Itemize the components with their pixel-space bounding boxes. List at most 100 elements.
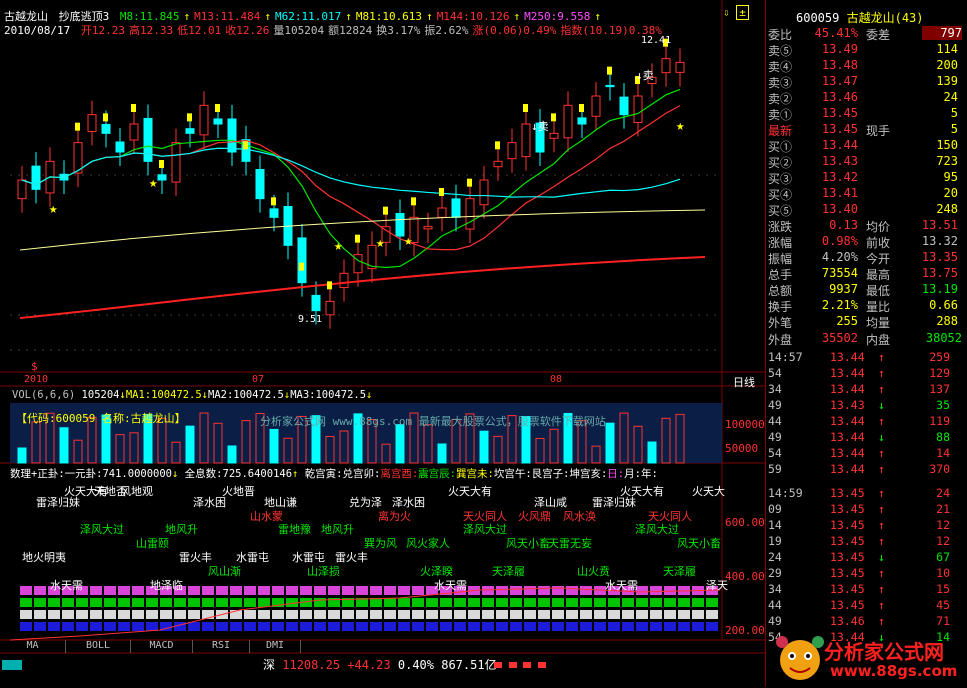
- tick-price: 13.44: [830, 382, 865, 396]
- tick-volume: 21: [936, 502, 950, 516]
- tick-volume: 12: [936, 518, 950, 532]
- volume-bar: [185, 425, 195, 464]
- sell-order-row[interactable]: 卖③ 13.47 139: [766, 74, 966, 90]
- tick-price: 13.44: [830, 462, 865, 476]
- stat-label: 量比: [866, 300, 891, 314]
- stat-label: 最低: [866, 284, 891, 298]
- tick-arrow-icon: ↑: [878, 366, 885, 380]
- candle-body: [31, 165, 41, 190]
- candle-body: [493, 160, 503, 168]
- tab-dmi[interactable]: DMI: [250, 640, 301, 653]
- star-icon: ★: [676, 118, 685, 134]
- stat-label: 最高: [866, 268, 891, 282]
- volume-bar: [605, 422, 615, 464]
- gua-cell: [678, 610, 690, 619]
- gua-name: 天泽履: [663, 565, 696, 578]
- buy-order-row[interactable]: 买④ 13.41 20: [766, 186, 966, 202]
- volume-banner-ad: 分析家公式网 www.88gs.com 最新最大股票公式，股票软件下载网站: [260, 415, 606, 428]
- tab-boll[interactable]: BOLL: [66, 640, 131, 653]
- buy-order-row-price: 13.41: [821, 186, 858, 200]
- gua-cell: [104, 610, 116, 619]
- tick-row: 54 13.44 ↑ 129: [766, 366, 966, 382]
- gua-cell: [594, 622, 606, 631]
- tick-time: 59: [768, 462, 782, 476]
- sell-order-row[interactable]: 卖① 13.45 5: [766, 106, 966, 122]
- gua-name: 水天需: [605, 579, 638, 592]
- buy-order-row[interactable]: 买② 13.43 723: [766, 154, 966, 170]
- gua-cell: [384, 622, 396, 631]
- tick-row: 14:57 13.44 ↑ 259: [766, 350, 966, 366]
- inner-value: 38052: [925, 331, 962, 345]
- status-bars-icon: [494, 658, 546, 671]
- toolbar-icons[interactable]: ⇩ ±: [723, 5, 749, 20]
- tick-time: 49: [768, 398, 782, 412]
- signal-marker: [159, 160, 164, 168]
- panel-toggle-icon[interactable]: ±: [736, 5, 749, 20]
- tick-time: 29: [768, 566, 782, 580]
- sell-order-row[interactable]: 卖② 13.46 24: [766, 90, 966, 106]
- gua-cell: [244, 598, 256, 607]
- gua-cell: [258, 622, 270, 631]
- sell-signal-2: ↓卖: [636, 69, 654, 82]
- gua-cell: [412, 610, 424, 619]
- gua-cell: [608, 598, 620, 607]
- gua-cell: [314, 586, 326, 595]
- tab-ma[interactable]: MA: [0, 640, 66, 653]
- gua-cell: [580, 586, 592, 595]
- tab-rsi[interactable]: RSI: [193, 640, 250, 653]
- candle-body: [269, 208, 279, 218]
- stat-label: 前收: [866, 236, 891, 250]
- gua-cell: [202, 622, 214, 631]
- sell-order-row[interactable]: 卖⑤ 13.49 114: [766, 42, 966, 58]
- tick-price: 13.45: [830, 534, 865, 548]
- tick-price: 13.44: [830, 414, 865, 428]
- candle-body: [563, 104, 573, 139]
- gua-cell: [370, 622, 382, 631]
- gua-cell: [118, 610, 130, 619]
- weibi-label: 委比: [768, 28, 793, 42]
- signal-marker: [327, 281, 332, 290]
- gua-cell: [34, 610, 46, 619]
- tick-price: 13.46: [830, 614, 865, 628]
- tick-row: 34 13.45 ↑ 15: [766, 582, 966, 598]
- sell-order-row-volume: 139: [936, 74, 958, 88]
- watermark-logo: 分析家公式网 www.88gs.com: [770, 630, 965, 685]
- tick-price: 13.45: [830, 550, 865, 564]
- buy-order-row[interactable]: 买⑤ 13.40 248: [766, 202, 966, 218]
- period-label[interactable]: 日线: [733, 374, 755, 390]
- signal-marker: [607, 66, 612, 75]
- stat-value: 0.13: [829, 218, 858, 232]
- tick-arrow-icon: ↑: [878, 382, 885, 396]
- candle-body: [325, 300, 335, 316]
- stat-value: 13.51: [921, 218, 958, 232]
- signal-marker: [579, 104, 584, 112]
- tick-row: 14:59 13.45 ↑ 24: [766, 486, 966, 502]
- volume-bar: [437, 443, 447, 464]
- signal-marker: [215, 104, 220, 112]
- gua-cell: [370, 586, 382, 595]
- gua-gong: 巽宫未:: [456, 468, 494, 480]
- buy-order-row[interactable]: 买① 13.44 150: [766, 138, 966, 154]
- tab-macd[interactable]: MACD: [131, 640, 193, 653]
- tick-volume: 10: [936, 566, 950, 580]
- gua-cell: [20, 622, 32, 631]
- volume-title: VOL(6,6,6): [12, 389, 76, 401]
- buy-order-row[interactable]: 买③ 13.42 95: [766, 170, 966, 186]
- candle-body: [605, 84, 615, 88]
- tick-volume: 15: [936, 582, 950, 596]
- gua-cell: [132, 586, 144, 595]
- tick-row: 59 13.44 ↑ 370: [766, 462, 966, 478]
- gua-cell: [34, 622, 46, 631]
- stat-label: 外笔: [768, 316, 793, 330]
- sell-order-row-label: 卖⑤: [768, 44, 793, 58]
- gua-cell: [650, 622, 662, 631]
- vol-value: MA3:100472.5: [290, 389, 367, 401]
- sell-order-row-label: 卖①: [768, 108, 793, 122]
- outer-label: 外盘: [768, 333, 793, 347]
- gua-gong: 月:年:: [624, 468, 658, 480]
- tick-volume: 45: [936, 598, 950, 612]
- signal-marker: [411, 197, 416, 206]
- gua-name: 泽风大过: [635, 523, 679, 536]
- sell-order-row[interactable]: 卖④ 13.48 200: [766, 58, 966, 74]
- stat-label: 振幅: [768, 252, 793, 266]
